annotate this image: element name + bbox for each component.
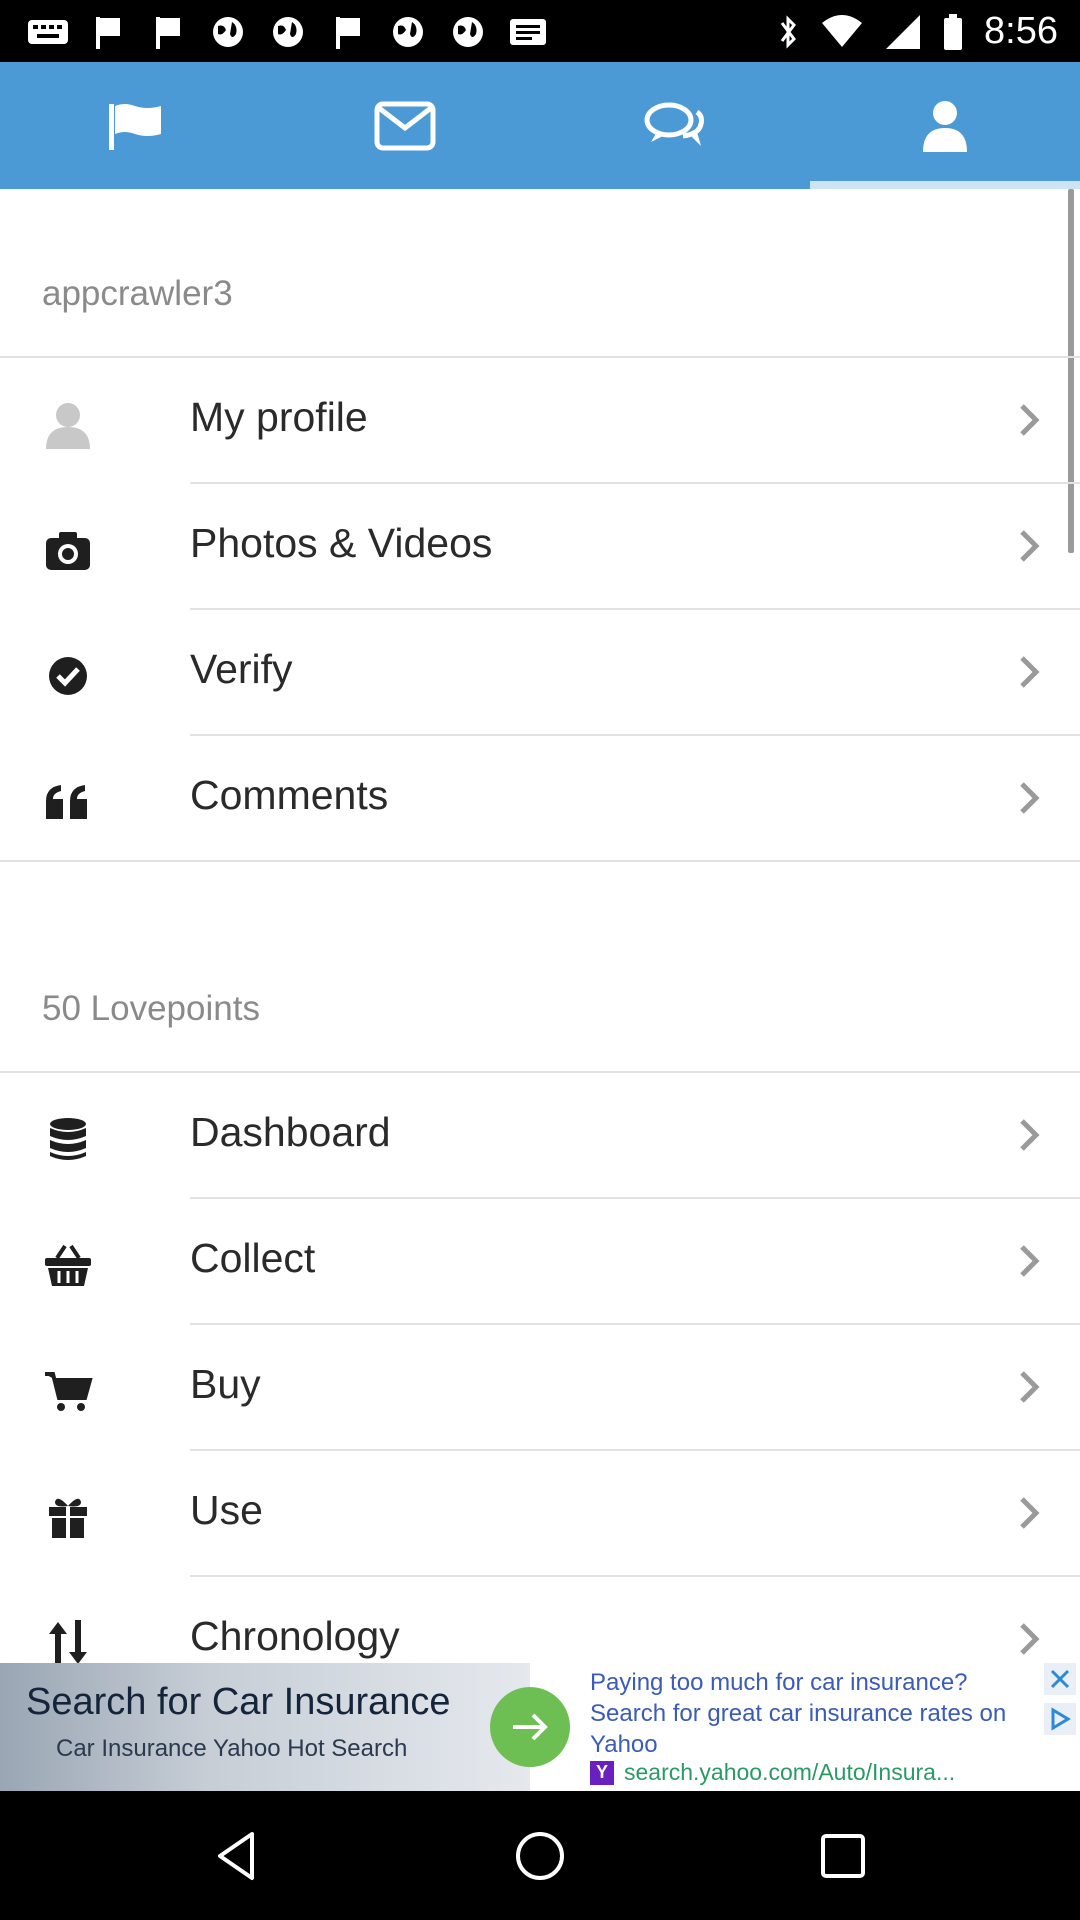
system-icons: 8:56 — [776, 10, 1058, 53]
ad-url[interactable]: search.yahoo.com/Auto/Insura... — [624, 1759, 955, 1786]
menu-item-dashboard[interactable]: Dashboard — [0, 1073, 1080, 1199]
menu-item-label: Photos & Videos — [190, 520, 493, 566]
chevron-right-icon — [1020, 404, 1040, 436]
coin-stack-icon — [50, 1118, 86, 1160]
recents-square-icon — [821, 1834, 865, 1878]
top-tab-bar — [0, 62, 1080, 189]
menu-item-chronology[interactable]: Chronology — [0, 1577, 1080, 1663]
ad-title: Search for Car Insurance — [26, 1681, 451, 1723]
menu-item-label: Use — [190, 1487, 263, 1533]
menu-item-use[interactable]: Use — [0, 1451, 1080, 1577]
menu-item-label: Comments — [190, 772, 389, 818]
battery-icon — [944, 13, 963, 50]
menu-item-label: Chronology — [190, 1613, 400, 1659]
globe-icon — [273, 17, 303, 47]
menu-item-buy[interactable]: Buy — [0, 1325, 1080, 1451]
quote-icon — [46, 785, 87, 819]
tab-flags[interactable] — [0, 62, 270, 189]
username-header: appcrawler3 — [0, 189, 1080, 358]
keyboard-icon — [28, 20, 68, 44]
clock: 8:56 — [984, 10, 1058, 52]
profile-silhouette-icon — [46, 403, 90, 449]
chat-bubbles-icon — [644, 102, 704, 146]
wifi-icon — [822, 14, 863, 47]
tab-chats[interactable] — [540, 62, 810, 189]
back-button[interactable] — [203, 1821, 273, 1891]
tab-messages[interactable] — [270, 62, 540, 189]
username: appcrawler3 — [42, 274, 233, 313]
notification-icons — [26, 14, 550, 50]
camera-icon — [46, 532, 90, 570]
menu-item-collect[interactable]: Collect — [0, 1199, 1080, 1325]
chevron-right-icon — [1020, 1371, 1040, 1403]
chevron-right-icon — [1020, 1623, 1040, 1655]
ad-go-button[interactable] — [490, 1687, 570, 1767]
ad-choices-icon — [1051, 1707, 1071, 1731]
menu-item-comments[interactable]: Comments — [0, 736, 1080, 862]
system-navigation-bar — [0, 1791, 1080, 1920]
home-circle-icon — [516, 1832, 564, 1880]
ad-image[interactable]: Search for Car Insurance Car Insurance Y… — [0, 1663, 530, 1791]
chevron-right-icon — [1020, 656, 1040, 688]
home-button[interactable] — [505, 1821, 575, 1891]
globe-icon — [453, 17, 483, 47]
chevron-right-icon — [1020, 782, 1040, 814]
cart-icon — [45, 1372, 93, 1411]
menu-item-label: Dashboard — [190, 1109, 391, 1155]
chevron-right-icon — [1020, 1497, 1040, 1529]
chevron-right-icon — [1020, 1119, 1040, 1151]
back-triangle-icon — [218, 1832, 254, 1880]
arrow-right-icon — [513, 1713, 548, 1741]
menu-item-verify[interactable]: Verify — [0, 610, 1080, 736]
user-icon — [923, 100, 967, 152]
yahoo-logo: Y — [590, 1760, 614, 1785]
lovepoints-header: 50 Lovepoints — [0, 862, 1080, 1073]
close-icon — [1050, 1669, 1070, 1689]
ad-close-button[interactable] — [1044, 1663, 1076, 1695]
lovepoints-count: 50 Lovepoints — [42, 989, 260, 1028]
flag-icon — [156, 17, 180, 49]
tab-profile[interactable] — [810, 62, 1080, 189]
menu-item-label: My profile — [190, 394, 368, 440]
ad-link[interactable]: Y search.yahoo.com/Auto/Insura... — [590, 1759, 955, 1786]
sort-arrows-icon — [49, 1620, 87, 1663]
menu-item-my-profile[interactable]: My profile — [0, 358, 1080, 484]
globe-icon — [393, 17, 423, 47]
check-circle-icon — [49, 657, 87, 695]
menu-item-photos-videos[interactable]: Photos & Videos — [0, 484, 1080, 610]
message-icon — [510, 19, 546, 45]
chevron-right-icon — [1020, 1245, 1040, 1277]
envelope-icon — [374, 101, 436, 150]
status-bar: 8:56 — [0, 0, 1080, 62]
flag-icon — [336, 17, 360, 49]
menu-item-label: Buy — [190, 1361, 261, 1407]
menu-content[interactable]: appcrawler3 My profile Photos & Videos V… — [0, 189, 1080, 1663]
chevron-right-icon — [1020, 530, 1040, 562]
menu-item-label: Collect — [190, 1235, 316, 1281]
ad-description[interactable]: Paying too much for car insurance? Searc… — [590, 1667, 1020, 1760]
ad-choices-button[interactable] — [1044, 1703, 1076, 1735]
recents-button[interactable] — [808, 1821, 878, 1891]
signal-icon — [886, 14, 921, 49]
globe-icon — [213, 17, 243, 47]
flag-icon — [96, 17, 120, 49]
ad-subtitle: Car Insurance Yahoo Hot Search — [56, 1735, 408, 1762]
ad-banner[interactable]: Search for Car Insurance Car Insurance Y… — [0, 1663, 1080, 1791]
flag-icon — [109, 103, 161, 150]
bluetooth-icon — [780, 14, 797, 49]
basket-icon — [45, 1244, 91, 1286]
menu-item-label: Verify — [190, 646, 293, 692]
gift-icon — [49, 1498, 87, 1538]
